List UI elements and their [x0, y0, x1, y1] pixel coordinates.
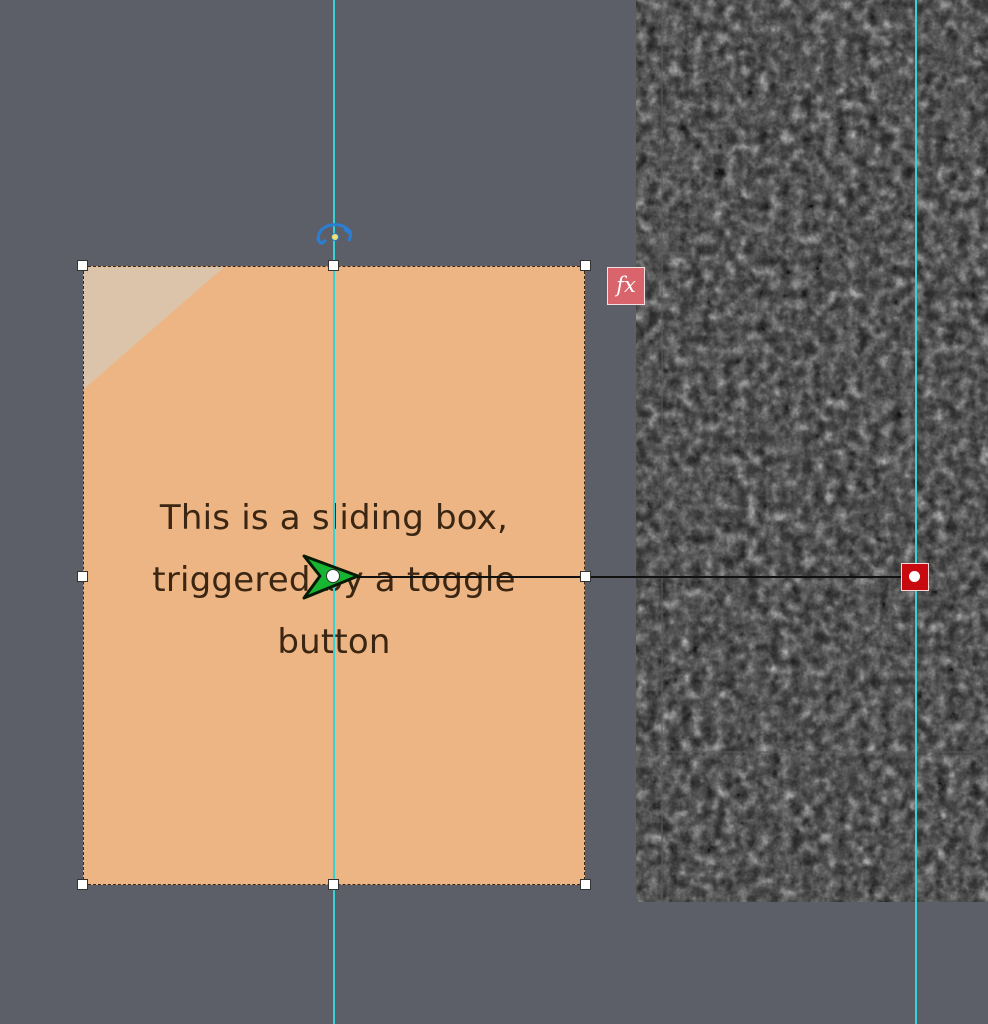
fx-effects-badge[interactable]: fx — [607, 267, 645, 305]
box-corner-highlight — [84, 267, 224, 389]
vertical-guide-left[interactable] — [333, 0, 335, 1024]
resize-handle-bottom-left[interactable] — [77, 879, 88, 890]
resize-handle-bottom-center[interactable] — [328, 879, 339, 890]
resize-handle-bottom-right[interactable] — [580, 879, 591, 890]
resize-handle-top-right[interactable] — [580, 260, 591, 271]
motion-path-line[interactable] — [333, 576, 915, 578]
textured-stage-panel — [636, 0, 988, 902]
resize-handle-middle-left[interactable] — [77, 571, 88, 582]
vertical-guide-right[interactable] — [915, 0, 917, 1024]
green-arrow-icon[interactable] — [300, 552, 370, 602]
resize-handle-top-left[interactable] — [77, 260, 88, 271]
resize-handle-top-center[interactable] — [328, 260, 339, 271]
resize-handle-middle-right[interactable] — [580, 571, 591, 582]
rotate-arrows-icon[interactable] — [313, 218, 357, 252]
design-canvas[interactable]: This is a sliding box, triggered by a to… — [0, 0, 988, 1024]
texture-pattern — [636, 0, 988, 902]
red-square-handle-icon[interactable] — [901, 563, 929, 591]
